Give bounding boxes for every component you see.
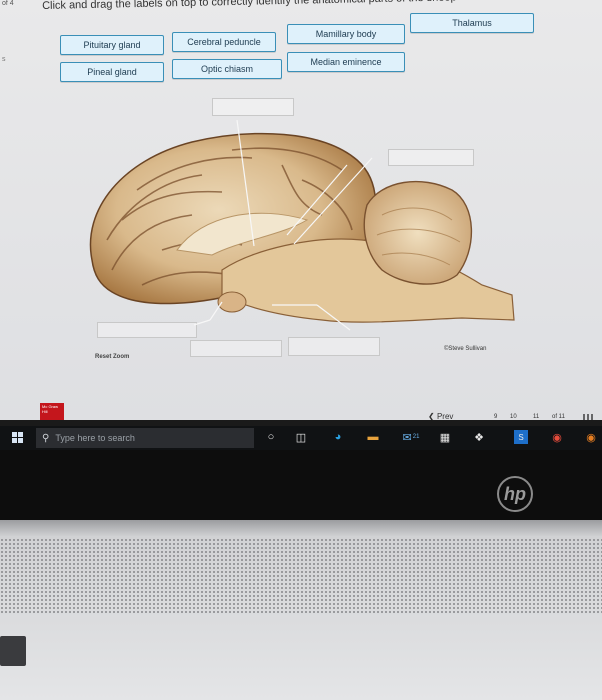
- page-9[interactable]: 9: [494, 414, 497, 420]
- label-thalamus[interactable]: Thalamus: [410, 13, 534, 33]
- prev-label: Prev: [436, 412, 454, 420]
- page-total: of 11: [552, 414, 565, 420]
- label-cerebral-peduncle[interactable]: Cerebral peduncle: [172, 32, 276, 52]
- label-pineal-gland[interactable]: Pineal gland: [60, 62, 164, 82]
- cortana-icon[interactable]: ○: [264, 430, 278, 444]
- search-placeholder: Type here to search: [55, 433, 135, 443]
- browser-icon[interactable]: ◉: [584, 430, 598, 444]
- grid-view-icon[interactable]: [583, 414, 595, 420]
- instruction-text: Click and drag the labels on top to corr…: [42, 0, 457, 12]
- task-view-icon[interactable]: ◫: [294, 430, 308, 444]
- hp-logo: hp: [497, 476, 533, 512]
- dropbox-icon[interactable]: ❖: [472, 430, 486, 444]
- windows-start-icon[interactable]: [12, 432, 24, 444]
- app-s-icon[interactable]: S: [514, 430, 528, 444]
- mcgraw-hill-logo: Mc Graw Hill: [40, 403, 64, 420]
- side-marker: s: [2, 56, 6, 63]
- reset-zoom-link[interactable]: Reset Zoom: [95, 354, 129, 360]
- edge-icon[interactable]: ◕: [330, 430, 346, 444]
- label-median-eminence[interactable]: Median eminence: [287, 52, 405, 72]
- drop-target-top[interactable]: [212, 98, 294, 116]
- file-explorer-icon[interactable]: ▬: [366, 430, 380, 444]
- page-10[interactable]: 10: [510, 414, 517, 420]
- mail-badge: 21: [412, 434, 420, 440]
- page-11[interactable]: 11: [533, 414, 539, 420]
- browser-viewport: of 4 s Click and drag the labels on top …: [0, 0, 602, 420]
- sheep-brain-image: [89, 120, 515, 331]
- store-icon[interactable]: ▦: [438, 430, 452, 444]
- page-counter: of 4: [2, 0, 14, 7]
- speaker-grille: [0, 538, 602, 614]
- label-pituitary-gland[interactable]: Pituitary gland: [60, 35, 164, 55]
- prev-button[interactable]: ❮ Prev: [428, 412, 453, 420]
- label-mamillary-body[interactable]: Mamillary body: [287, 24, 405, 44]
- label-optic-chiasm[interactable]: Optic chiasm: [172, 59, 282, 79]
- chrome-icon[interactable]: ◉: [550, 430, 564, 444]
- mail-icon[interactable]: ✉ 21: [400, 430, 422, 444]
- laptop-hinge: [0, 520, 602, 536]
- image-credit: ©Steve Sullivan: [444, 346, 487, 352]
- search-icon: ⚲: [42, 432, 50, 444]
- keyboard-key: [0, 636, 26, 666]
- taskbar-search[interactable]: ⚲ Type here to search: [36, 428, 254, 448]
